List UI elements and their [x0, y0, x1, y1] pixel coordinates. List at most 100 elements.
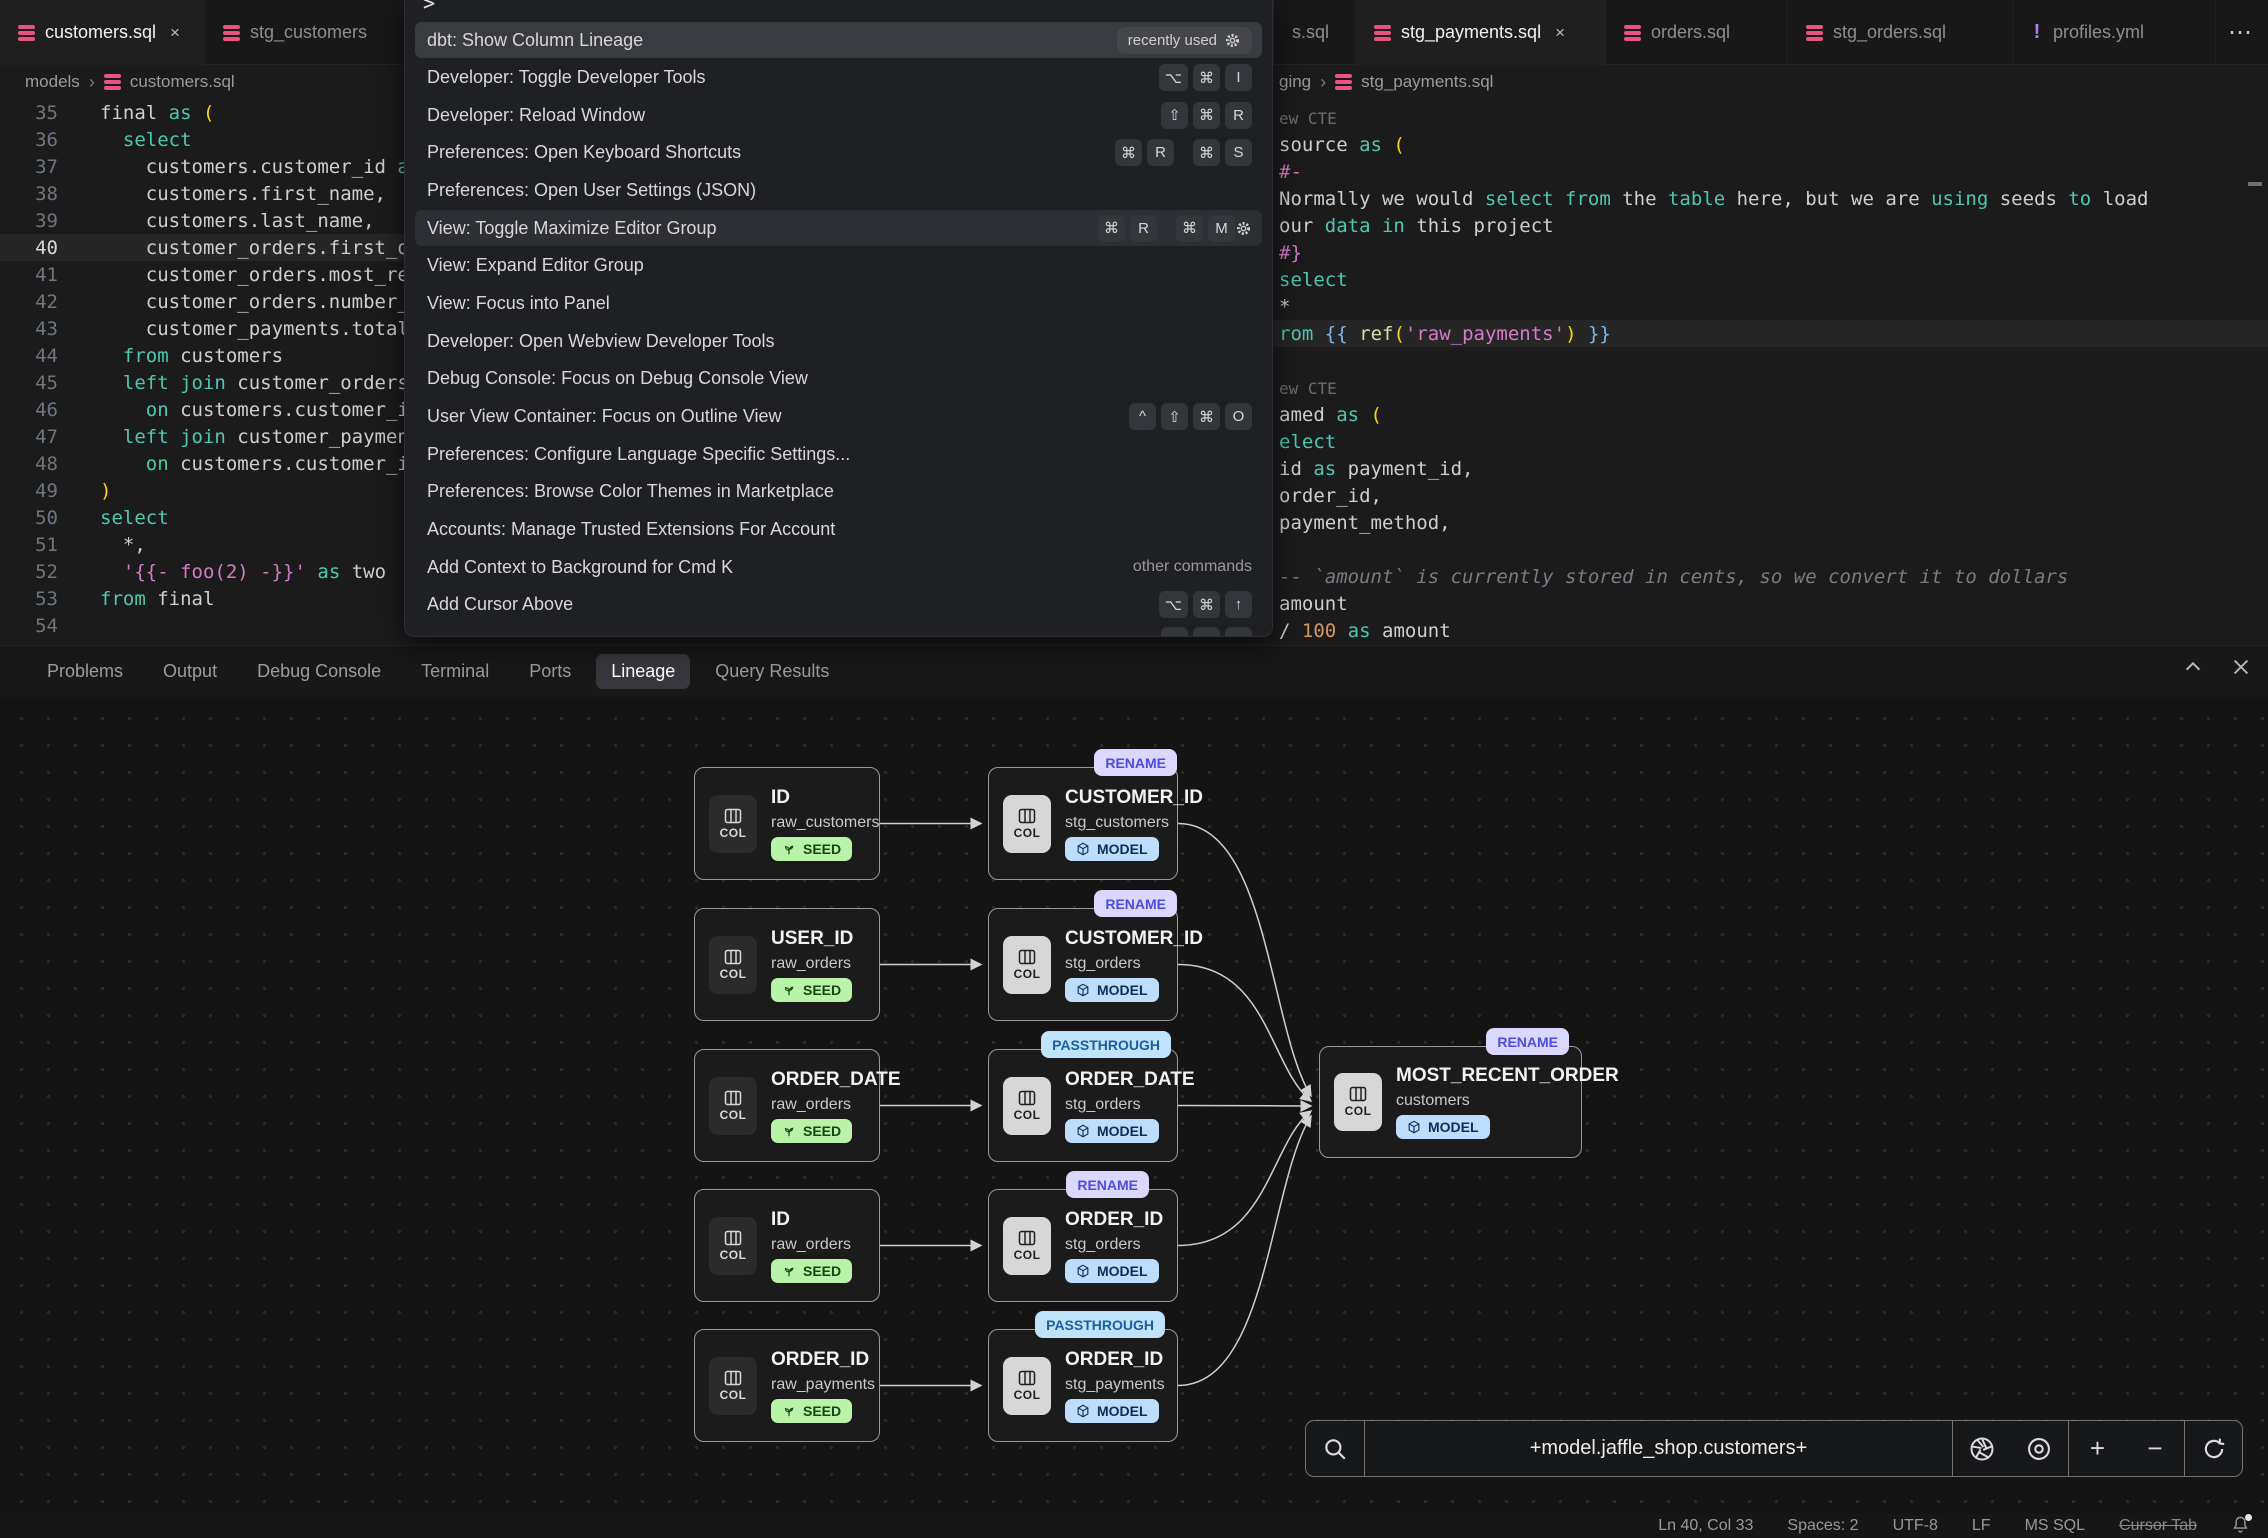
close-icon[interactable]: ×: [1555, 23, 1565, 43]
lineage-node-user_id[interactable]: COLUSER_IDraw_ordersSEED: [694, 908, 880, 1021]
panel-tab-problems[interactable]: Problems: [32, 654, 138, 689]
code-line[interactable]: -- `amount` is currently stored in cents…: [1273, 563, 2268, 590]
lineage-node-order_id[interactable]: RENAMECOLORDER_IDstg_ordersMODEL: [988, 1189, 1178, 1302]
command-item[interactable]: Add Cursor Above⌥⌘↑: [415, 587, 1262, 623]
node-text: IDraw_customersSEED: [771, 787, 879, 861]
command-item[interactable]: dbt: Show Column Lineagerecently used: [415, 22, 1262, 58]
command-item[interactable]: View: Toggle Maximize Editor Group⌘R⌘M: [415, 210, 1262, 246]
code-line[interactable]: [1273, 347, 2268, 374]
breadcrumb-folder[interactable]: ging: [1279, 72, 1311, 92]
chevron-up-icon[interactable]: [2182, 656, 2204, 678]
code-line[interactable]: / 100 as amount: [1273, 617, 2268, 644]
command-item[interactable]: User View Container: Focus on Outline Vi…: [415, 399, 1262, 435]
command-item[interactable]: Preferences: Open Keyboard Shortcuts⌘R⌘S: [415, 135, 1262, 171]
code-segment: ): [100, 480, 111, 502]
code-line[interactable]: [1273, 536, 2268, 563]
editor-tab[interactable]: customers.sql×: [0, 0, 205, 65]
command-item[interactable]: Add Context to Background for Cmd Kother…: [415, 549, 1262, 585]
command-item[interactable]: Developer: Open Webview Developer Tools: [415, 323, 1262, 359]
editor-tab[interactable]: stg_orders.sql: [1788, 0, 2013, 65]
breadcrumb[interactable]: ging › stg_payments.sql: [1273, 65, 2268, 99]
code-line[interactable]: id as payment_id,: [1273, 455, 2268, 482]
code-line[interactable]: source as (: [1273, 131, 2268, 158]
editor-tab[interactable]: !profiles.yml: [2013, 0, 2216, 65]
status-utf-8[interactable]: UTF-8: [1893, 1517, 1938, 1535]
lineage-node-order_date[interactable]: COLORDER_DATEraw_ordersSEED: [694, 1049, 880, 1162]
scrollbar-mark[interactable]: [2248, 182, 2262, 186]
lineage-node-order_id[interactable]: PASSTHROUGHCOLORDER_IDstg_paymentsMODEL: [988, 1329, 1178, 1442]
bell-icon[interactable]: [2231, 1515, 2250, 1538]
command-item[interactable]: Preferences: Configure Language Specific…: [415, 436, 1262, 472]
node-badge-seed: SEED: [771, 1259, 852, 1283]
command-item[interactable]: Developer: Reload Window⇧⌘R: [415, 97, 1262, 133]
breadcrumb-file[interactable]: stg_payments.sql: [1361, 72, 1493, 92]
panel-tab-query-results[interactable]: Query Results: [700, 654, 844, 689]
editor-tab[interactable]: stg_payments.sql×: [1356, 0, 1606, 65]
lineage-node-order_date[interactable]: PASSTHROUGHCOLORDER_DATEstg_ordersMODEL: [988, 1049, 1178, 1162]
code-segment: from: [123, 345, 169, 367]
status-lf[interactable]: LF: [1972, 1517, 1991, 1535]
panel-tab-terminal[interactable]: Terminal: [406, 654, 504, 689]
tab-overflow-icon[interactable]: ⋯: [2228, 18, 2254, 47]
refresh-icon[interactable]: [2184, 1421, 2242, 1476]
code-segment: rom: [1279, 323, 1313, 345]
code-line[interactable]: ew CTE: [1273, 104, 2268, 131]
code-line[interactable]: elect: [1273, 428, 2268, 455]
code-editor-stg-payments[interactable]: ew CTEsource as (#-Normally we would sel…: [1273, 99, 2268, 645]
gear-icon[interactable]: [1224, 32, 1241, 49]
code-line[interactable]: #}: [1273, 239, 2268, 266]
command-item[interactable]: Accounts: Manage Trusted Extensions For …: [415, 511, 1262, 547]
code-line[interactable]: amount: [1273, 590, 2268, 617]
code-line[interactable]: *: [1273, 293, 2268, 320]
command-item[interactable]: Developer: Toggle Developer Tools⌥⌘I: [415, 60, 1262, 96]
line-number: 47: [0, 426, 58, 448]
command-palette[interactable]: > dbt: Show Column Lineagerecently usedD…: [404, 0, 1273, 637]
code-line[interactable]: payment_method,: [1273, 509, 2268, 536]
command-item[interactable]: Preferences: Browse Color Themes in Mark…: [415, 474, 1262, 510]
editor-tab[interactable]: s.sql: [1274, 0, 1356, 65]
panel-tab-ports[interactable]: Ports: [514, 654, 586, 689]
target-icon[interactable]: [2010, 1421, 2068, 1476]
close-icon[interactable]: [2230, 656, 2252, 678]
panel-tab-output[interactable]: Output: [148, 654, 232, 689]
code-line[interactable]: Normally we would select from the table …: [1273, 185, 2268, 212]
aperture-icon[interactable]: [1952, 1421, 2010, 1476]
command-item[interactable]: View: Focus into Panel: [415, 286, 1262, 322]
panel-tab-debug-console[interactable]: Debug Console: [242, 654, 396, 689]
command-item[interactable]: Debug Console: Focus on Debug Console Vi…: [415, 361, 1262, 397]
badge-label: SEED: [803, 1263, 841, 1279]
status-spaces-2[interactable]: Spaces: 2: [1787, 1517, 1858, 1535]
code-line[interactable]: amed as (: [1273, 401, 2268, 428]
code-line[interactable]: #-: [1273, 158, 2268, 185]
lineage-node-id[interactable]: COLIDraw_customersSEED: [694, 767, 880, 880]
keycap: ⌘: [1193, 64, 1220, 91]
zoom-out-button[interactable]: −: [2126, 1421, 2184, 1476]
lineage-node-customer_id[interactable]: RENAMECOLCUSTOMER_IDstg_ordersMODEL: [988, 908, 1178, 1021]
command-item[interactable]: Preferences: Open User Settings (JSON): [415, 173, 1262, 209]
lineage-node-most_recent_order[interactable]: RENAMECOLMOST_RECENT_ORDERcustomersMODEL: [1319, 1046, 1582, 1158]
breadcrumb-file[interactable]: customers.sql: [130, 72, 235, 92]
lineage-node-customer_id[interactable]: RENAMECOLCUSTOMER_IDstg_customersMODEL: [988, 767, 1178, 880]
search-icon[interactable]: [1306, 1421, 1364, 1476]
code-line[interactable]: our data in this project: [1273, 212, 2268, 239]
zoom-in-button[interactable]: +: [2068, 1421, 2126, 1476]
code-line[interactable]: ew CTE: [1273, 374, 2268, 401]
close-icon[interactable]: ×: [170, 23, 180, 43]
code-line[interactable]: select: [1273, 266, 2268, 293]
command-palette-input[interactable]: >: [423, 0, 435, 15]
breadcrumb-folder[interactable]: models: [25, 72, 80, 92]
lineage-node-order_id[interactable]: COLORDER_IDraw_paymentsSEED: [694, 1329, 880, 1442]
code-line[interactable]: order_id,: [1273, 482, 2268, 509]
status-ms-sql[interactable]: MS SQL: [2025, 1517, 2085, 1535]
node-text: CUSTOMER_IDstg_customersMODEL: [1065, 787, 1203, 861]
code-line[interactable]: rom {{ ref('raw_payments') }}: [1273, 320, 2268, 347]
status-ln-40-col-33[interactable]: Ln 40, Col 33: [1658, 1517, 1753, 1535]
lineage-search-input[interactable]: +model.jaffle_shop.customers+: [1364, 1421, 1952, 1476]
panel-tab-lineage[interactable]: Lineage: [596, 654, 690, 689]
lineage-node-id[interactable]: COLIDraw_ordersSEED: [694, 1189, 880, 1302]
command-item[interactable]: View: Expand Editor Group: [415, 248, 1262, 284]
gear-icon[interactable]: [1235, 220, 1252, 237]
status-cursor-tab[interactable]: Cursor Tab: [2119, 1517, 2197, 1535]
editor-tab[interactable]: orders.sql: [1606, 0, 1788, 65]
line-number: 41: [0, 264, 58, 286]
